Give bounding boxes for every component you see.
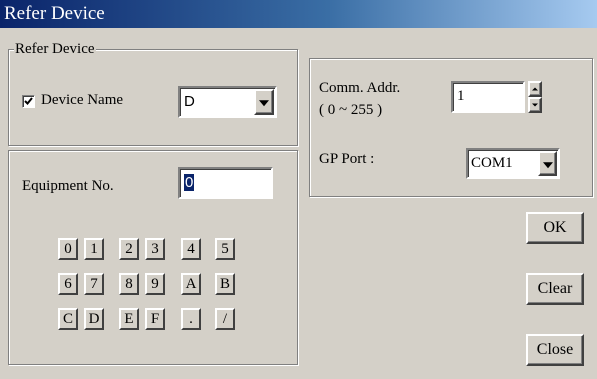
chevron-down-icon	[542, 161, 553, 168]
clear-button[interactable]: Clear	[526, 273, 584, 305]
window-title: Refer Device	[0, 0, 597, 28]
comm-range-label: ( 0 ~ 255 )	[319, 102, 383, 118]
checkmark-icon	[24, 97, 33, 105]
keypad-key[interactable]: 6	[58, 273, 78, 295]
device-name-label[interactable]: Device Name	[41, 92, 123, 109]
device-dropdown-button[interactable]	[254, 89, 274, 115]
keypad-key[interactable]: B	[215, 273, 235, 295]
keypad-key[interactable]: C	[58, 308, 78, 330]
keypad-key[interactable]: 3	[145, 238, 165, 260]
keypad-key[interactable]: /	[215, 308, 235, 330]
device-select[interactable]: D	[178, 86, 277, 118]
keypad-key[interactable]: .	[181, 308, 201, 330]
equipment-input[interactable]: 0	[178, 167, 273, 199]
gp-port-select[interactable]: COM1	[466, 148, 560, 179]
keypad-key[interactable]: 0	[58, 238, 78, 260]
equipment-input-value: 0	[184, 174, 195, 191]
spin-up-button[interactable]	[528, 81, 542, 97]
spin-down-button[interactable]	[528, 97, 542, 113]
keypad-key[interactable]: D	[84, 308, 104, 330]
device-name-checkbox[interactable]	[22, 95, 35, 108]
gp-port-dropdown-button[interactable]	[538, 151, 557, 176]
comm-addr-value: 1	[457, 88, 465, 104]
ok-button[interactable]: OK	[526, 212, 584, 244]
keypad-key[interactable]: 4	[181, 238, 201, 260]
keypad-key[interactable]: F	[145, 308, 165, 330]
gp-port-value: COM1	[471, 155, 513, 171]
keypad-key[interactable]: 9	[145, 273, 165, 295]
keypad-key[interactable]: A	[181, 273, 201, 295]
device-select-value: D	[184, 93, 195, 110]
keypad-key[interactable]: E	[119, 308, 139, 330]
refer-device-legend: Refer Device	[14, 40, 96, 58]
close-button[interactable]: Close	[526, 334, 584, 366]
keypad-key[interactable]: 1	[84, 238, 104, 260]
keypad-key[interactable]: 2	[119, 238, 139, 260]
comm-addr-input[interactable]: 1	[451, 81, 525, 113]
keypad-key[interactable]: 7	[84, 273, 104, 295]
spin-down-icon	[532, 103, 538, 107]
gp-port-label: GP Port :	[319, 151, 375, 167]
keypad-key[interactable]: 8	[119, 273, 139, 295]
comm-addr-label: Comm. Addr.	[319, 80, 401, 96]
chevron-down-icon	[259, 100, 269, 107]
keypad-key[interactable]: 5	[215, 238, 235, 260]
equipment-label: Equipment No.	[22, 178, 114, 194]
spin-up-icon	[532, 87, 538, 91]
